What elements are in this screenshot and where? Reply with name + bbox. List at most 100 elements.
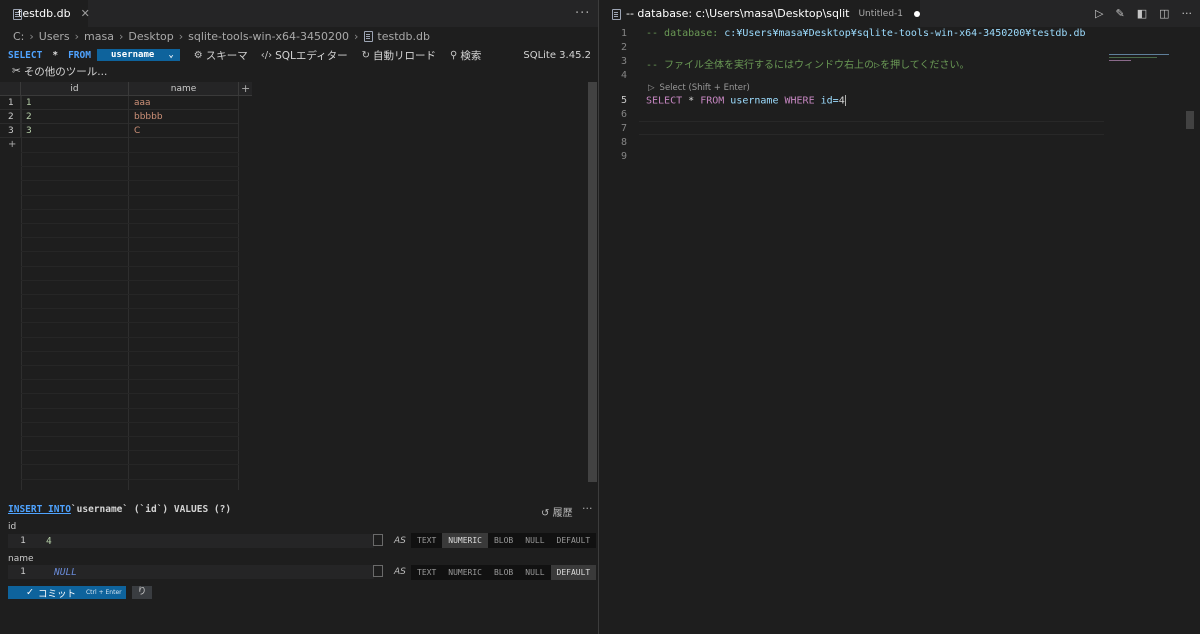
column-header-name[interactable]: name (129, 82, 239, 96)
file-icon (611, 8, 621, 20)
more-actions-icon[interactable]: ··· (575, 6, 590, 21)
table-row[interactable]: 3 3 C (0, 124, 239, 138)
tab-untitled[interactable]: -- database: c:\Users\masa\Desktop\sqlit… (599, 0, 921, 27)
cell-id[interactable]: 2 (21, 110, 129, 124)
auto-reload-button[interactable]: ↻ 自動リロード (362, 48, 436, 63)
code-line-3[interactable]: -- ファイル全体を実行するにはウィンドウ右上の▷を押してください。 (646, 56, 969, 71)
cell-name[interactable]: C (129, 124, 239, 138)
type-null-button[interactable]: NULL (519, 533, 550, 548)
chevron-right-icon: › (118, 29, 124, 43)
grid-line (21, 223, 239, 224)
sql-editor-label: SQLエディター (275, 49, 348, 62)
other-tools-button[interactable]: ✂ その他のツール... (12, 64, 107, 78)
grid-line (21, 322, 239, 324)
search-button[interactable]: ⚲ 検索 (450, 48, 481, 63)
type-text-button[interactable]: TEXT (411, 533, 442, 548)
insert-keyword: INSERT INTO (8, 504, 71, 515)
column-header-id[interactable]: id (21, 82, 129, 96)
star-token: * (682, 95, 701, 107)
chevron-right-icon: › (74, 29, 80, 43)
cell-name[interactable]: bbbbb (129, 110, 239, 124)
history-icon: ↺ (541, 508, 550, 519)
preview-icon[interactable]: ◧ (1137, 7, 1147, 20)
code-line-5[interactable]: SELECT * FROM username WHERE id=4 (646, 95, 846, 107)
code-line-1[interactable]: -- database: c:¥Users¥masa¥Desktop¥sqlit… (646, 28, 1086, 39)
breadcrumb-file[interactable]: testdb.db (377, 30, 430, 43)
grid-line (21, 294, 239, 295)
pen-icon[interactable]: ✎ (1115, 7, 1124, 20)
chevron-right-icon: › (29, 29, 34, 43)
tab-label: testdb.db (18, 7, 71, 20)
grid-line (21, 279, 239, 281)
grid-line (21, 421, 239, 423)
history-label: 履歴 (552, 508, 573, 519)
close-icon[interactable]: ✕ (81, 7, 90, 20)
breadcrumb-folder[interactable]: sqlite-tools-win-x64-3450200 (188, 30, 349, 43)
grid-line (21, 180, 239, 182)
grid-line (21, 336, 239, 338)
grid-line (21, 464, 239, 466)
breadcrumb-users[interactable]: Users (39, 30, 70, 43)
row-number-header (0, 82, 21, 96)
field-value: 4 (46, 535, 52, 547)
commit-button[interactable]: ✓ コミット Ctrl + Enter (8, 586, 126, 600)
type-numeric-button[interactable]: NUMERIC (442, 565, 488, 580)
table-row[interactable]: 2 2 bbbbb (0, 110, 239, 124)
editor-scrollbar[interactable] (1186, 111, 1194, 129)
run-icon[interactable]: ▷ (1095, 7, 1103, 20)
grid-line (21, 208, 239, 210)
line-number: 5 (620, 95, 627, 106)
cell-id[interactable]: 3 (21, 124, 129, 138)
grid-line (21, 152, 239, 153)
add-row-button[interactable]: + (8, 139, 16, 150)
row-number: 1 (0, 96, 21, 110)
minimap-line (1109, 57, 1157, 58)
type-blob-button[interactable]: BLOB (488, 565, 519, 580)
keyword-token: SELECT (646, 95, 683, 107)
table-select[interactable]: username ⌄ (96, 49, 180, 61)
file-icon (363, 30, 374, 42)
schema-button[interactable]: ⚙ スキーマ (194, 48, 248, 63)
minimap[interactable] (1109, 54, 1189, 66)
type-default-button[interactable]: DEFAULT (550, 565, 597, 580)
name-checkbox[interactable] (373, 565, 383, 577)
tab-description: Untitled-1 (858, 8, 904, 19)
codelens-select[interactable]: ▷ Select (Shift + Enter) (648, 83, 750, 93)
history-button[interactable]: ↺ 履歴 (541, 504, 573, 519)
table-row[interactable]: 1 1 aaa (0, 96, 239, 110)
grid-line (21, 194, 239, 196)
chevron-down-icon: ⌄ (168, 50, 174, 60)
minimap-line (1109, 60, 1131, 61)
grid-scrollbar[interactable] (588, 82, 597, 482)
breadcrumb-desktop[interactable]: Desktop (128, 30, 173, 43)
cell-id[interactable]: 1 (21, 96, 129, 110)
tab-label: -- database: c:\Users\masa\Desktop\sqlit (626, 7, 850, 20)
query-toolbar: SELECT * FROM username ⌄ ⚙ スキーマ ‹/› SQLエ… (0, 46, 598, 64)
id-value-input[interactable]: 1 4 (8, 534, 374, 548)
breadcrumb-masa[interactable]: masa (84, 30, 114, 43)
refresh-icon: ↻ (361, 49, 371, 61)
type-null-button[interactable]: NULL (519, 565, 550, 580)
split-editor-icon[interactable]: ◫ (1159, 7, 1169, 20)
type-numeric-button[interactable]: NUMERIC (442, 533, 488, 548)
cell-name[interactable]: aaa (129, 96, 239, 110)
more-actions-icon[interactable]: ··· (1182, 7, 1193, 20)
breadcrumb-drive[interactable]: C: (13, 30, 24, 43)
type-blob-button[interactable]: BLOB (488, 533, 519, 548)
sql-editor-button[interactable]: ‹/› SQLエディター (261, 48, 348, 63)
sqlite-version: SQLite 3.45.2 (523, 49, 591, 61)
id-checkbox[interactable] (373, 534, 383, 546)
sql-editor[interactable]: 1 -- database: c:¥Users¥masa¥Desktop¥sql… (599, 27, 1200, 634)
field-label-id: id (8, 522, 17, 532)
type-default-button[interactable]: DEFAULT (551, 533, 597, 548)
undo-button[interactable]: り (132, 586, 152, 599)
line-number: 9 (620, 151, 627, 162)
line-number: 3 (620, 56, 627, 67)
add-column-button[interactable]: + (241, 82, 251, 96)
type-text-button[interactable]: TEXT (411, 565, 442, 580)
unsaved-dot-icon[interactable] (914, 10, 921, 17)
more-actions-icon[interactable]: ··· (582, 502, 593, 515)
line-number: 7 (620, 123, 627, 134)
tab-testdb[interactable]: testdb.db ✕ (0, 0, 90, 27)
name-value-input[interactable]: 1 NULL (8, 565, 374, 579)
